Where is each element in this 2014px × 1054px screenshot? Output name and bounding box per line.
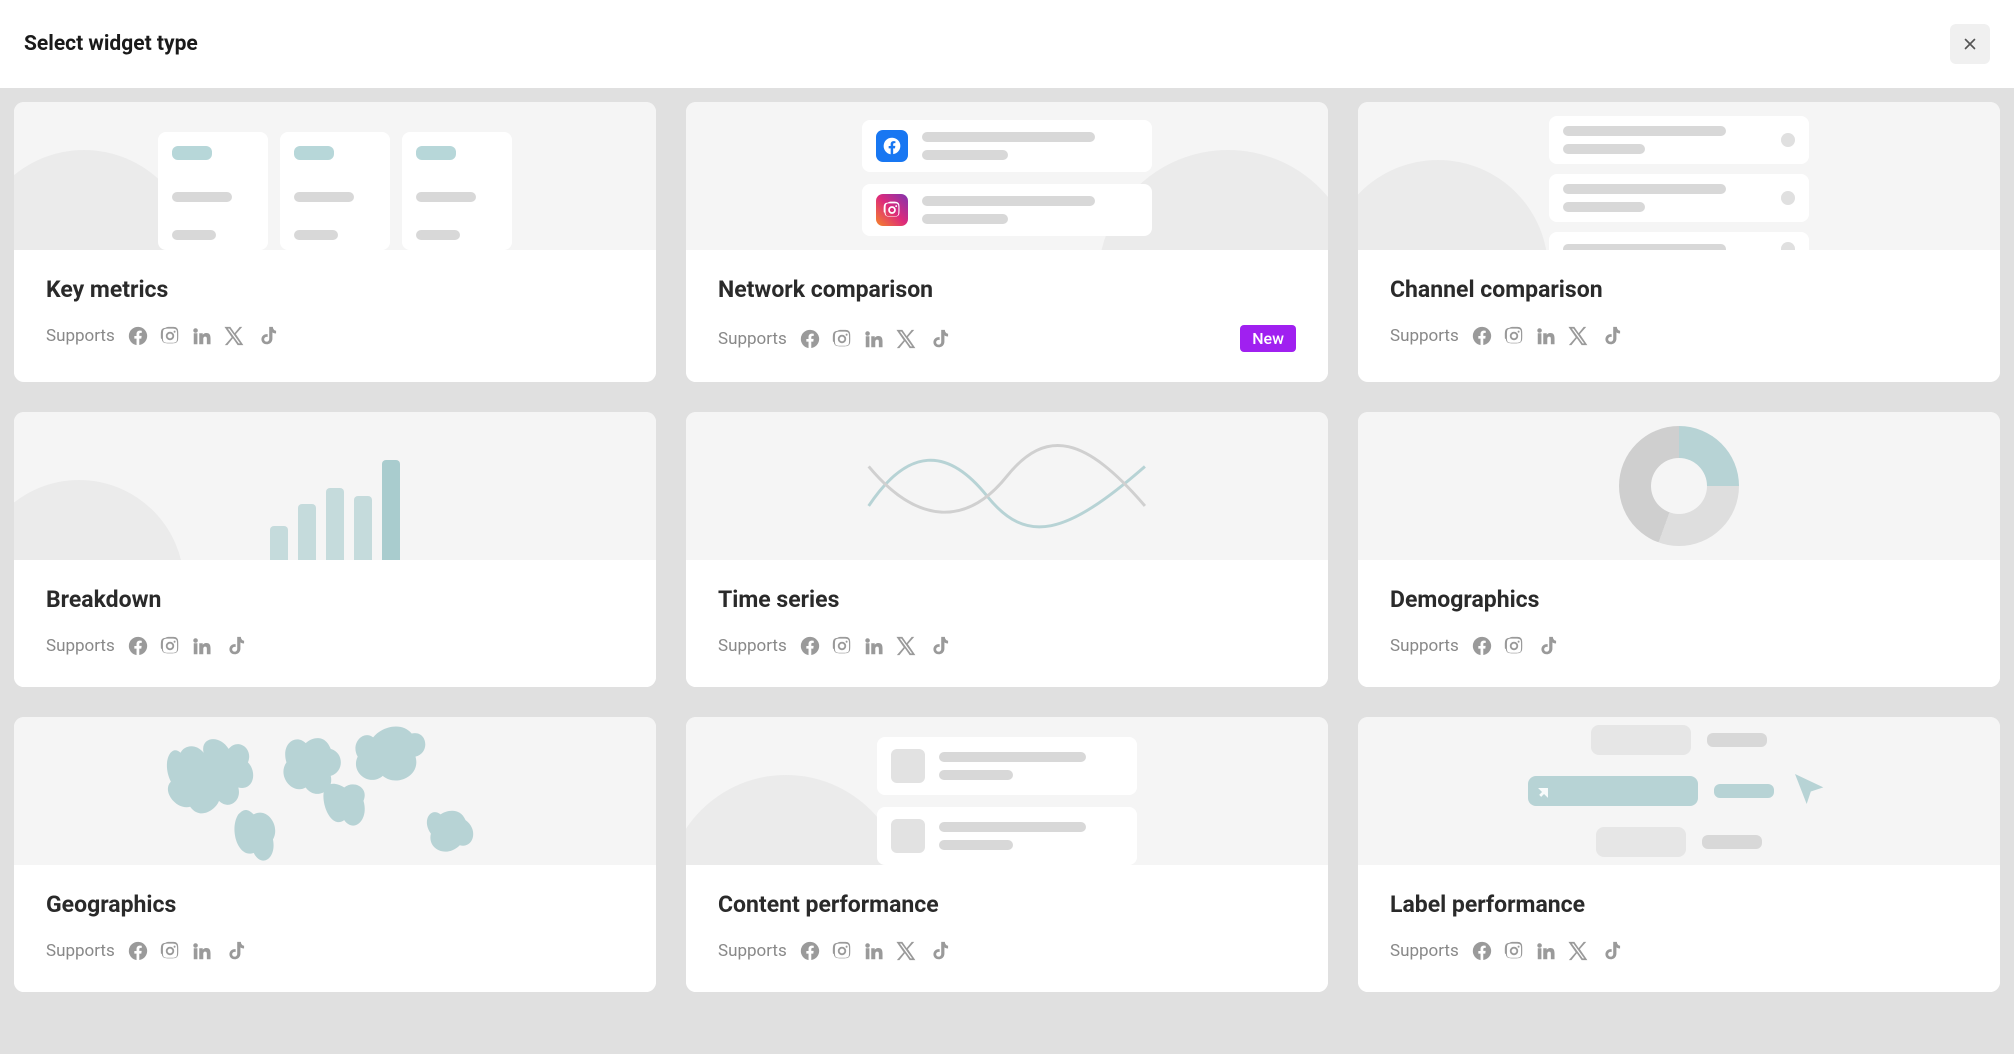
instagram-icon xyxy=(159,635,181,657)
linkedin-icon xyxy=(863,635,885,657)
preview-key-metrics xyxy=(14,102,656,250)
instagram-icon xyxy=(831,635,853,657)
supports-icons xyxy=(127,940,245,962)
widget-card-breakdown[interactable]: Breakdown Supports xyxy=(14,412,656,687)
facebook-icon xyxy=(799,328,821,350)
instagram-icon xyxy=(831,328,853,350)
linkedin-icon xyxy=(863,328,885,350)
supports-label: Supports xyxy=(1390,326,1459,346)
tiktok-icon xyxy=(1599,325,1621,347)
linkedin-icon xyxy=(191,940,213,962)
card-title: Time series xyxy=(718,586,1296,613)
close-icon xyxy=(1961,35,1979,53)
preview-channel-comparison xyxy=(1358,102,2000,250)
supports-label: Supports xyxy=(718,329,787,349)
widget-type-modal: Select widget type Key metrics Supports xyxy=(0,0,2014,1006)
tiktok-icon xyxy=(927,635,949,657)
x-icon xyxy=(895,635,917,657)
supports-label: Supports xyxy=(1390,941,1459,961)
instagram-icon xyxy=(159,325,181,347)
linkedin-icon xyxy=(191,635,213,657)
widget-card-time-series[interactable]: Time series Supports xyxy=(686,412,1328,687)
facebook-icon xyxy=(127,940,149,962)
preview-label-performance xyxy=(1358,717,2000,865)
supports-label: Supports xyxy=(46,941,115,961)
supports-icons xyxy=(127,635,245,657)
linkedin-icon xyxy=(1535,325,1557,347)
card-title: Label performance xyxy=(1390,891,1968,918)
x-icon xyxy=(895,940,917,962)
card-title: Network comparison xyxy=(718,276,1296,303)
tiktok-icon xyxy=(1599,940,1621,962)
supports-icons xyxy=(799,635,949,657)
tiktok-icon xyxy=(255,325,277,347)
instagram-icon xyxy=(159,940,181,962)
widget-card-demographics[interactable]: Demographics Supports xyxy=(1358,412,2000,687)
card-title: Demographics xyxy=(1390,586,1968,613)
supports-label: Supports xyxy=(46,636,115,656)
modal-title: Select widget type xyxy=(24,32,198,56)
widget-card-channel-comparison[interactable]: Channel comparison Supports xyxy=(1358,102,2000,382)
preview-geographics xyxy=(14,717,656,865)
supports-icons xyxy=(799,328,949,350)
x-icon xyxy=(1567,325,1589,347)
card-title: Channel comparison xyxy=(1390,276,1968,303)
tiktok-icon xyxy=(223,940,245,962)
facebook-icon xyxy=(1471,325,1493,347)
widget-grid: Key metrics Supports xyxy=(0,88,2014,1006)
supports-icons xyxy=(1471,325,1621,347)
x-icon xyxy=(895,328,917,350)
supports-label: Supports xyxy=(718,941,787,961)
facebook-icon xyxy=(1471,635,1493,657)
supports-icons xyxy=(127,325,277,347)
preview-time-series xyxy=(686,412,1328,560)
instagram-icon xyxy=(1503,325,1525,347)
tiktok-icon xyxy=(1535,635,1557,657)
instagram-icon xyxy=(876,194,908,226)
card-title: Geographics xyxy=(46,891,624,918)
supports-label: Supports xyxy=(1390,636,1459,656)
instagram-icon xyxy=(1503,940,1525,962)
facebook-icon xyxy=(876,130,908,162)
supports-icons xyxy=(799,940,949,962)
linkedin-icon xyxy=(191,325,213,347)
new-badge: New xyxy=(1240,325,1296,352)
tiktok-icon xyxy=(223,635,245,657)
x-icon xyxy=(223,325,245,347)
widget-card-content-performance[interactable]: Content performance Supports xyxy=(686,717,1328,992)
facebook-icon xyxy=(799,635,821,657)
card-title: Breakdown xyxy=(46,586,624,613)
cursor-icon xyxy=(1790,769,1830,813)
close-button[interactable] xyxy=(1950,24,1990,64)
linkedin-icon xyxy=(863,940,885,962)
instagram-icon xyxy=(831,940,853,962)
widget-card-geographics[interactable]: Geographics Supports xyxy=(14,717,656,992)
preview-breakdown xyxy=(14,412,656,560)
preview-content-performance xyxy=(686,717,1328,865)
tiktok-icon xyxy=(927,940,949,962)
widget-card-key-metrics[interactable]: Key metrics Supports xyxy=(14,102,656,382)
preview-network-comparison xyxy=(686,102,1328,250)
widget-card-network-comparison[interactable]: Network comparison Supports New xyxy=(686,102,1328,382)
widget-card-label-performance[interactable]: Label performance Supports xyxy=(1358,717,2000,992)
supports-label: Supports xyxy=(46,326,115,346)
tiktok-icon xyxy=(927,328,949,350)
facebook-icon xyxy=(799,940,821,962)
card-title: Key metrics xyxy=(46,276,624,303)
facebook-icon xyxy=(127,325,149,347)
modal-header: Select widget type xyxy=(0,0,2014,88)
linkedin-icon xyxy=(1535,940,1557,962)
supports-label: Supports xyxy=(718,636,787,656)
card-title: Content performance xyxy=(718,891,1296,918)
x-icon xyxy=(1567,940,1589,962)
preview-demographics xyxy=(1358,412,2000,560)
facebook-icon xyxy=(1471,940,1493,962)
supports-icons xyxy=(1471,635,1557,657)
supports-icons xyxy=(1471,940,1621,962)
facebook-icon xyxy=(127,635,149,657)
instagram-icon xyxy=(1503,635,1525,657)
